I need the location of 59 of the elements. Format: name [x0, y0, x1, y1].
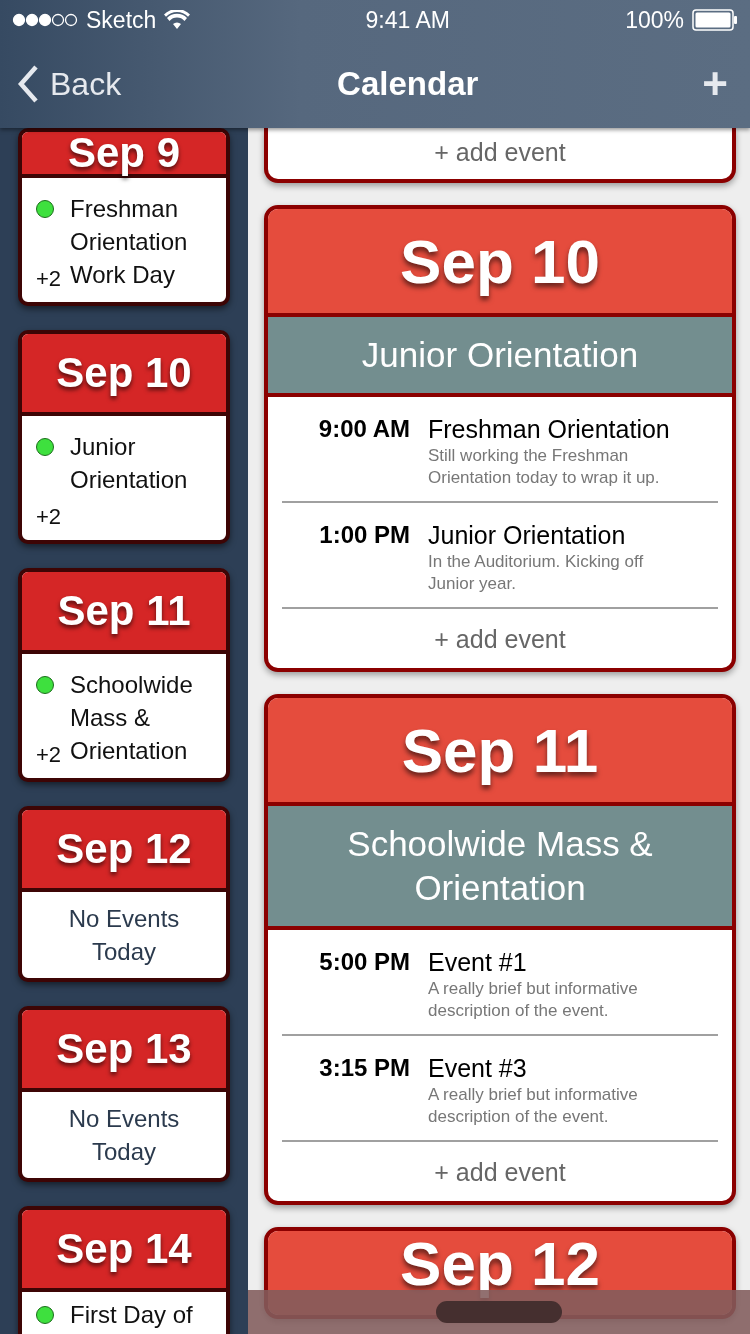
event-title: Junior Orientation [428, 520, 627, 551]
add-event-button[interactable]: + add event [268, 128, 732, 179]
day-date: Sep 10 [56, 349, 192, 397]
day-date: Sep 10 [400, 225, 600, 297]
event-row[interactable]: 5:00 PM Event #1 A really brief but informative description of the event. [282, 930, 718, 1036]
chevron-left-icon [16, 64, 40, 104]
status-time: 9:41 AM [365, 6, 450, 34]
drag-handle[interactable] [436, 1301, 562, 1323]
event-row[interactable]: 1:00 PM Junior Orientation In the Auditorium. Kicking off Junior year. [282, 503, 718, 609]
event-description: A really brief but informative description of the event. [428, 978, 639, 1022]
event-time: 9:00 AM [317, 414, 410, 444]
add-button[interactable]: + [702, 59, 728, 109]
event-time: 3:15 PM [318, 1053, 410, 1083]
day-date: Sep 9 [67, 132, 181, 177]
day-date: Sep 11 [57, 587, 191, 635]
status-dot [36, 200, 54, 218]
more-count: +2 [36, 741, 63, 769]
more-count: +2 [36, 503, 63, 531]
add-event-button[interactable]: + add event [268, 1142, 732, 1201]
day-date: Sep 14 [56, 1225, 192, 1273]
day-card[interactable]: Sep 9 +2 Freshman Orientation Work Day [18, 128, 230, 306]
day-card[interactable]: Sep 13 No Events Today [18, 1006, 230, 1182]
day-heading: Junior Orientation [361, 335, 639, 374]
wifi-icon [164, 10, 191, 30]
day-heading: Schoolwide Mass & Orientation [347, 824, 653, 907]
event-row[interactable]: 9:00 AM Freshman Orientation Still working the Freshman Orientation today to wrap it up. [282, 397, 718, 503]
event-row[interactable]: 3:15 PM Event #3 A really brief but informative description of the event. [282, 1036, 718, 1142]
event-description: Still working the Freshman Orientation today to wrap it up. [428, 445, 661, 489]
add-event-button[interactable]: + add event [268, 609, 732, 668]
event-time: 1:00 PM [318, 520, 410, 550]
status-dot [36, 1306, 54, 1324]
screen-title: Calendar [337, 65, 479, 103]
more-count: +2 [36, 265, 63, 293]
status-dot [36, 438, 54, 456]
day-date: Sep 11 [401, 714, 599, 786]
signal-icon [12, 13, 78, 27]
day-card[interactable]: Sep 14 First Day of [18, 1206, 230, 1334]
event-time: 5:00 PM [318, 947, 410, 977]
event-title: First Day of [70, 1300, 194, 1330]
day-card[interactable]: Sep 12 No Events Today [18, 806, 230, 982]
battery-icon [692, 9, 738, 31]
status-dot [36, 676, 54, 694]
no-events-text: No Events Today [67, 904, 181, 967]
day-card[interactable]: Sep 10 +2 Junior Orientation [18, 330, 230, 544]
back-button[interactable]: Back [16, 64, 122, 104]
event-title: Event #3 [428, 1053, 528, 1084]
event-description: In the Auditorium. Kicking off Junior year. [428, 551, 645, 595]
event-title: Event #1 [428, 947, 528, 978]
event-description: A really brief but informative description of the event. [428, 1084, 639, 1128]
event-title: Schoolwide Mass & Orientation [70, 670, 194, 766]
day-date: Sep 13 [56, 1025, 192, 1073]
day-card[interactable]: Sep 11 +2 Schoolwide Mass & Orientation [18, 568, 230, 782]
event-title: Freshman Orientation Work Day [70, 194, 189, 290]
no-events-text: No Events Today [67, 1104, 181, 1167]
event-title: Junior Orientation [70, 432, 189, 495]
carrier-name: Sketch [86, 6, 157, 34]
day-date: Sep 12 [56, 825, 192, 873]
event-title: Freshman Orientation [428, 414, 671, 445]
battery-percent: 100% [625, 6, 684, 34]
